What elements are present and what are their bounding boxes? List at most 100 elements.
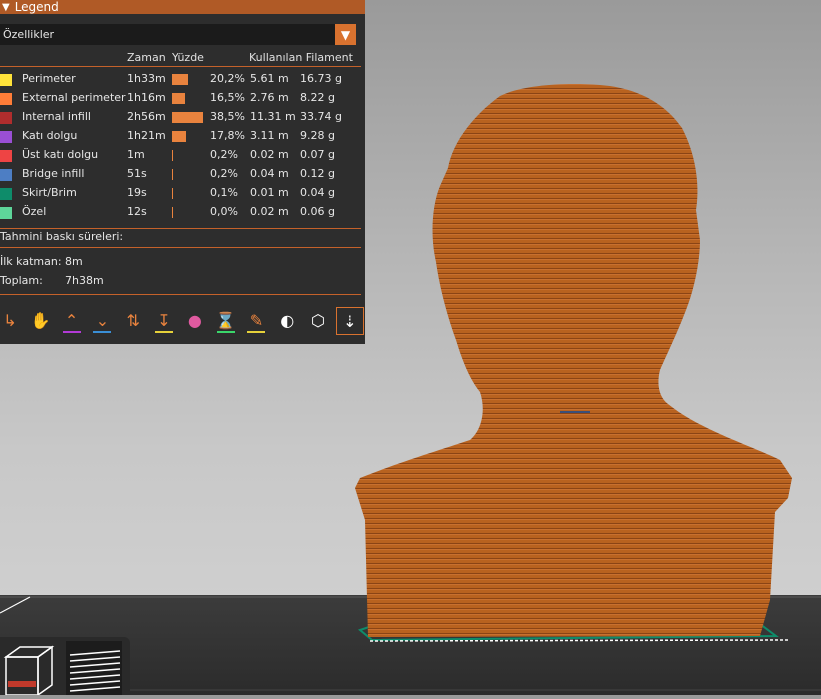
color-swatch [0,112,12,124]
color-swatch [0,150,12,162]
total-label: Toplam: [0,274,43,287]
legend-row[interactable]: Katı dolgu 1h21m 17,8% 3.11 m 9.28 g [0,127,365,146]
travel-icon[interactable]: ↳ [0,307,23,333]
color-swatch [0,74,12,86]
column-percent: Yüzde [172,51,204,64]
column-time: Zaman [127,51,166,64]
feature-name: Katı dolgu [22,129,78,142]
color-swatch [0,169,12,181]
feature-length: 0.02 m [250,205,289,218]
first-layer-value: 8m [65,255,83,268]
feature-name: Internal infill [22,110,91,123]
tool-changes-icon[interactable]: ↧ [151,307,177,333]
feature-time: 1h21m [127,129,166,142]
feature-name: Bridge infill [22,167,85,180]
bust-model [355,84,792,638]
percent-bar [172,169,173,180]
color-swatch [0,93,12,105]
feature-name: External perimeter [22,91,126,104]
percent-bar [172,207,173,218]
legend-row[interactable]: External perimeter 1h16m 16,5% 2.76 m 8.22 g [0,89,365,108]
feature-percent: 17,8% [210,129,245,142]
feature-length: 0.04 m [250,167,289,180]
view-buttons [0,637,130,697]
legend-row[interactable]: Özel 12s 0,0% 0.02 m 0.06 g [0,203,365,222]
center-of-gravity-icon[interactable]: ◐ [274,307,300,333]
feature-name: Perimeter [22,72,76,85]
toolbar-divider [0,294,361,295]
percent-bar [172,131,186,142]
legend-toolbar: ↳ ✋ ⌃ ⌄ ⇅ ↧ ● ⌛ ✎ ◐ ⬡ ⇣ [0,307,365,335]
total-value: 7h38m [65,274,104,287]
chevron-down-icon[interactable]: ▼ [335,24,356,45]
feature-length: 11.31 m [250,110,296,123]
feature-weight: 8.22 g [300,91,335,104]
view-type-select[interactable]: Özellikler ▼ [0,24,356,45]
rows-divider [0,228,361,229]
legend-row[interactable]: Perimeter 1h33m 20,2% 5.61 m 16.73 g [0,70,365,89]
3d-view-button[interactable] [0,641,58,697]
times-divider [0,247,361,248]
legend-row[interactable]: Internal infill 2h56m 38,5% 11.31 m 33.74 g [0,108,365,127]
seams-icon[interactable]: ⇅ [120,307,146,333]
view-type-value: Özellikler [3,28,55,41]
feature-weight: 0.06 g [300,205,335,218]
collapse-triangle-icon[interactable]: ▼ [2,2,10,13]
retractions-icon[interactable]: ⌃ [59,307,85,333]
percent-bar [172,188,173,199]
feature-name: Skirt/Brim [22,186,77,199]
percent-bar [172,150,173,161]
feature-weight: 33.74 g [300,110,342,123]
feature-percent: 0,2% [210,167,238,180]
feature-weight: 9.28 g [300,129,335,142]
color-swatch [0,207,12,219]
deretractions-icon[interactable]: ⌄ [89,307,115,333]
shells-icon[interactable]: ⬡ [305,307,331,333]
feature-length: 3.11 m [250,129,289,142]
estimated-times-label: Tahmini baskı süreleri: [0,230,124,243]
feature-percent: 0,1% [210,186,238,199]
feature-percent: 20,2% [210,72,245,85]
feature-weight: 16.73 g [300,72,342,85]
color-swatch [0,188,12,200]
legend-row[interactable]: Skirt/Brim 19s 0,1% 0.01 m 0.04 g [0,184,365,203]
feature-weight: 0.12 g [300,167,335,180]
feature-length: 0.01 m [250,186,289,199]
legend-panel: ▼ Legend Özellikler ▼ Zaman Yüzde Kullan… [0,0,365,344]
feature-percent: 16,5% [210,91,245,104]
feature-length: 5.61 m [250,72,289,85]
preview-layers-button[interactable] [64,641,122,695]
color-changes-icon[interactable]: ● [182,307,208,333]
header-divider [0,66,361,67]
feature-length: 0.02 m [250,148,289,161]
feature-time: 19s [127,186,147,199]
feature-weight: 0.04 g [300,186,335,199]
tool-marker-icon[interactable]: ⇣ [335,307,364,335]
feature-percent: 0,0% [210,205,238,218]
feature-time: 2h56m [127,110,166,123]
legend-row[interactable]: Üst katı dolgu 1m 0,2% 0.02 m 0.07 g [0,146,365,165]
feature-time: 1h16m [127,91,166,104]
pause-prints-icon[interactable]: ⌛ [213,307,239,333]
feature-time: 1m [127,148,145,161]
feature-name: Özel [22,205,47,218]
custom-gcodes-icon[interactable]: ✎ [243,307,269,333]
percent-bar [172,112,203,123]
column-used-filament: Kullanılan Filament [249,51,353,64]
color-swatch [0,131,12,143]
legend-title: Legend [14,0,59,14]
feature-percent: 0,2% [210,148,238,161]
feature-time: 12s [127,205,147,218]
feature-percent: 38,5% [210,110,245,123]
feature-weight: 0.07 g [300,148,335,161]
percent-bar [172,93,185,104]
first-layer-label: İlk katman: [0,255,62,268]
percent-bar [172,74,188,85]
feature-time: 1h33m [127,72,166,85]
feature-length: 2.76 m [250,91,289,104]
wipe-icon[interactable]: ✋ [28,307,54,333]
legend-header[interactable]: ▼ Legend [0,0,365,14]
feature-name: Üst katı dolgu [22,148,99,161]
legend-row[interactable]: Bridge infill 51s 0,2% 0.04 m 0.12 g [0,165,365,184]
feature-time: 51s [127,167,147,180]
